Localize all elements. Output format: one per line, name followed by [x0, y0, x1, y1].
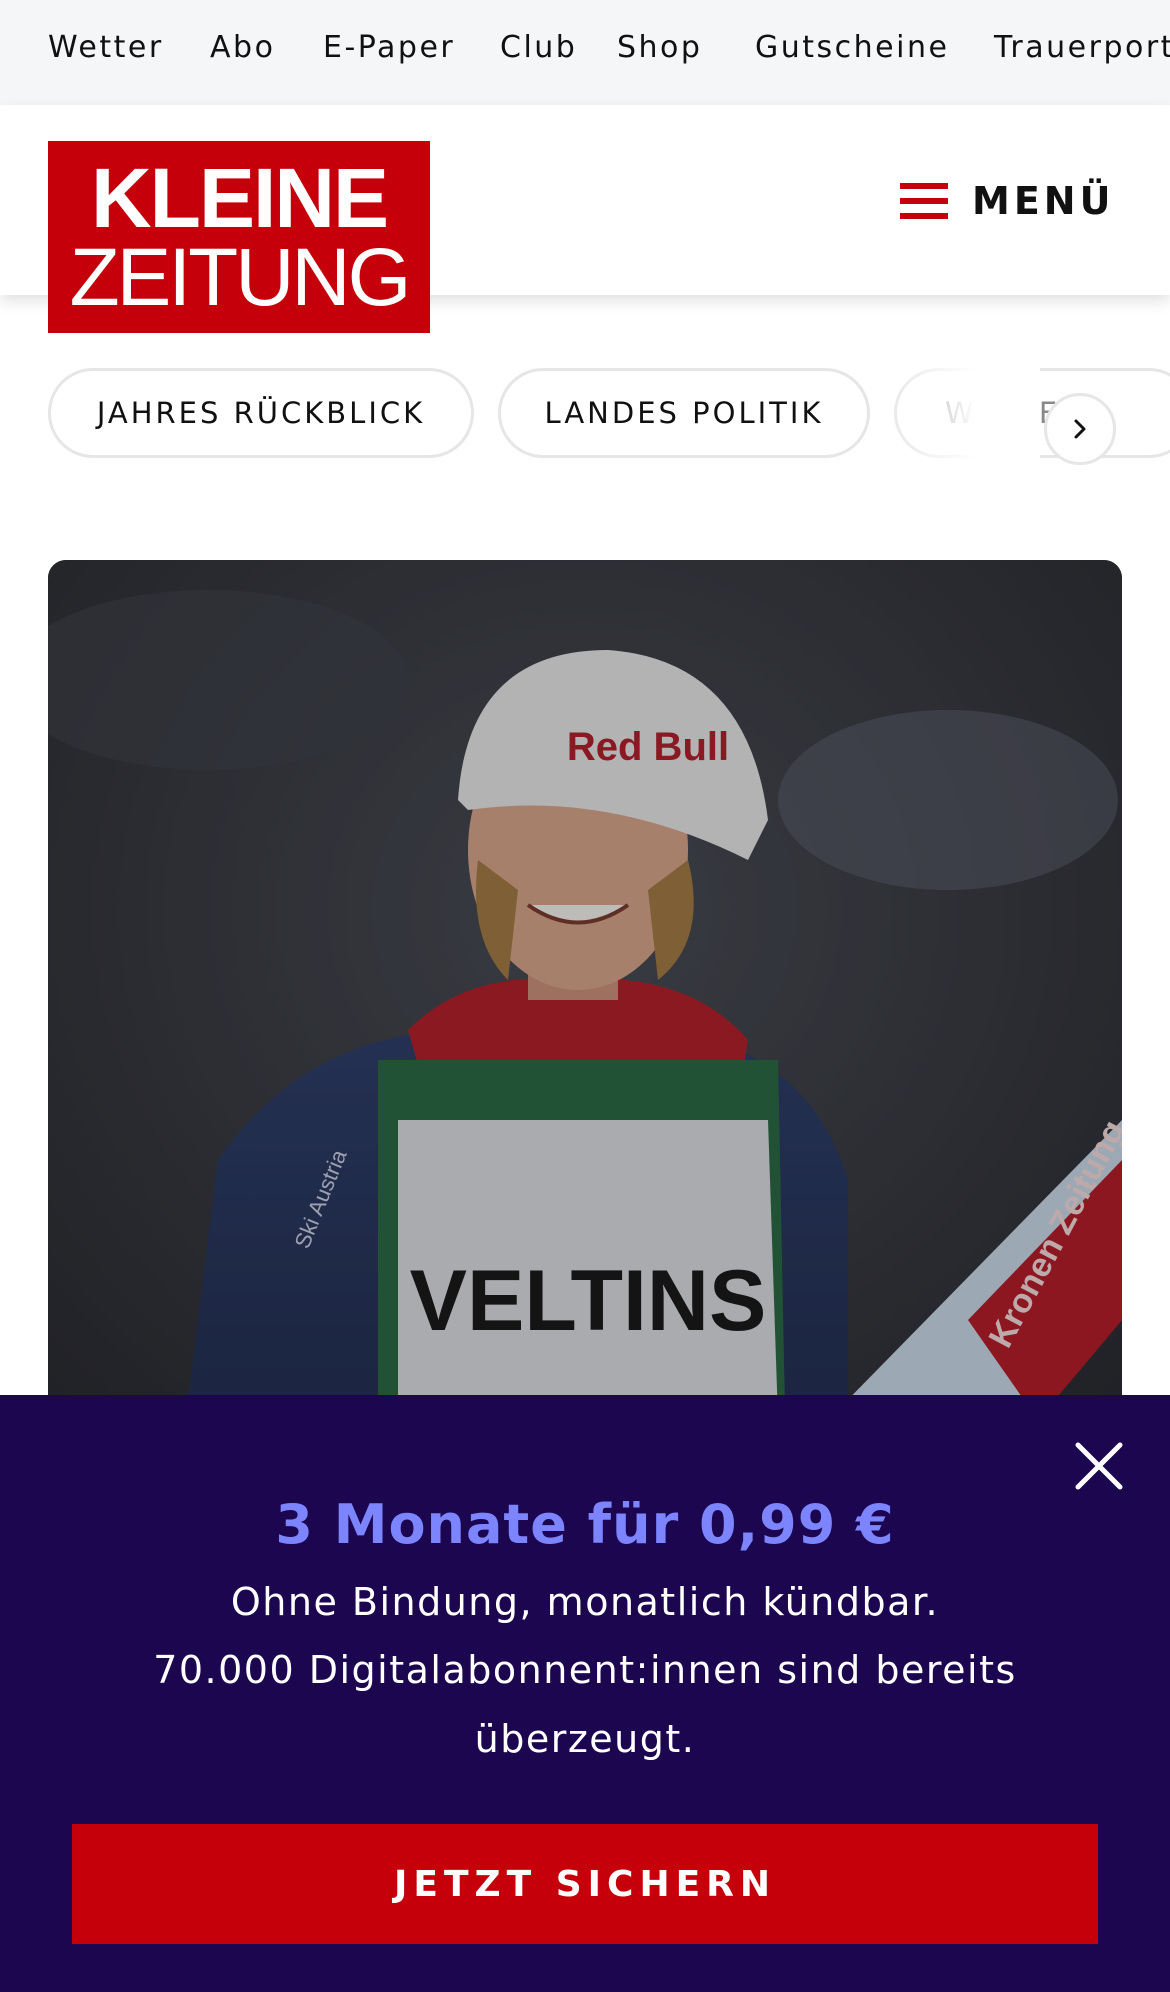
- topnav-link-club[interactable]: Club: [500, 30, 577, 65]
- top-utility-nav: Wetter Abo E-Paper Club Shop Gutscheine …: [0, 0, 1170, 105]
- menu-label: MENÜ: [972, 179, 1115, 223]
- offer-line-1: Ohne Bindung, monatlich kündbar.: [230, 1580, 940, 1624]
- subscription-offer-banner: 3 Monate für 0,99 € Ohne Bindung, monatl…: [0, 1395, 1170, 1992]
- topic-chips: JAHRES RÜCKBLICK LANDES POLITIK WETTER: [0, 368, 1170, 462]
- topnav-link-wetter[interactable]: Wetter: [48, 30, 164, 65]
- chip-landespolitik[interactable]: LANDES POLITIK: [498, 368, 870, 458]
- logo-line-1: KLEINE: [90, 151, 389, 245]
- topnav-link-epaper[interactable]: E-Paper: [323, 30, 455, 65]
- kleine-zeitung-logo[interactable]: KLEINE ZEITUNG: [48, 141, 430, 333]
- chip-jahresrueckblick[interactable]: JAHRES RÜCKBLICK: [48, 368, 474, 458]
- jetzt-sichern-button[interactable]: JETZT SICHERN: [72, 1824, 1098, 1944]
- hamburger-icon: [900, 183, 948, 219]
- topnav-link-trauerportal[interactable]: Trauerportal: [994, 30, 1170, 65]
- topnav-link-abo[interactable]: Abo: [210, 30, 275, 65]
- close-banner-button[interactable]: [1072, 1439, 1126, 1493]
- menu-button[interactable]: MENÜ: [900, 173, 1114, 229]
- chips-fade: [880, 368, 1040, 462]
- topnav-link-gutscheine[interactable]: Gutscheine: [755, 30, 949, 65]
- offer-title: 3 Monate für 0,99 €: [275, 1493, 895, 1556]
- chips-next-button[interactable]: [1044, 393, 1116, 465]
- close-icon: [1075, 1442, 1123, 1490]
- offer-line-3: überzeugt.: [474, 1717, 696, 1761]
- chevron-right-icon: [1074, 419, 1086, 439]
- logo-line-2: ZEITUNG: [69, 232, 412, 323]
- offer-line-2: 70.000 Digitalabonnent:innen sind bereit…: [153, 1648, 1017, 1692]
- site-header: KLEINE ZEITUNG MENÜ: [0, 105, 1170, 333]
- topnav-link-shop[interactable]: Shop: [617, 30, 702, 65]
